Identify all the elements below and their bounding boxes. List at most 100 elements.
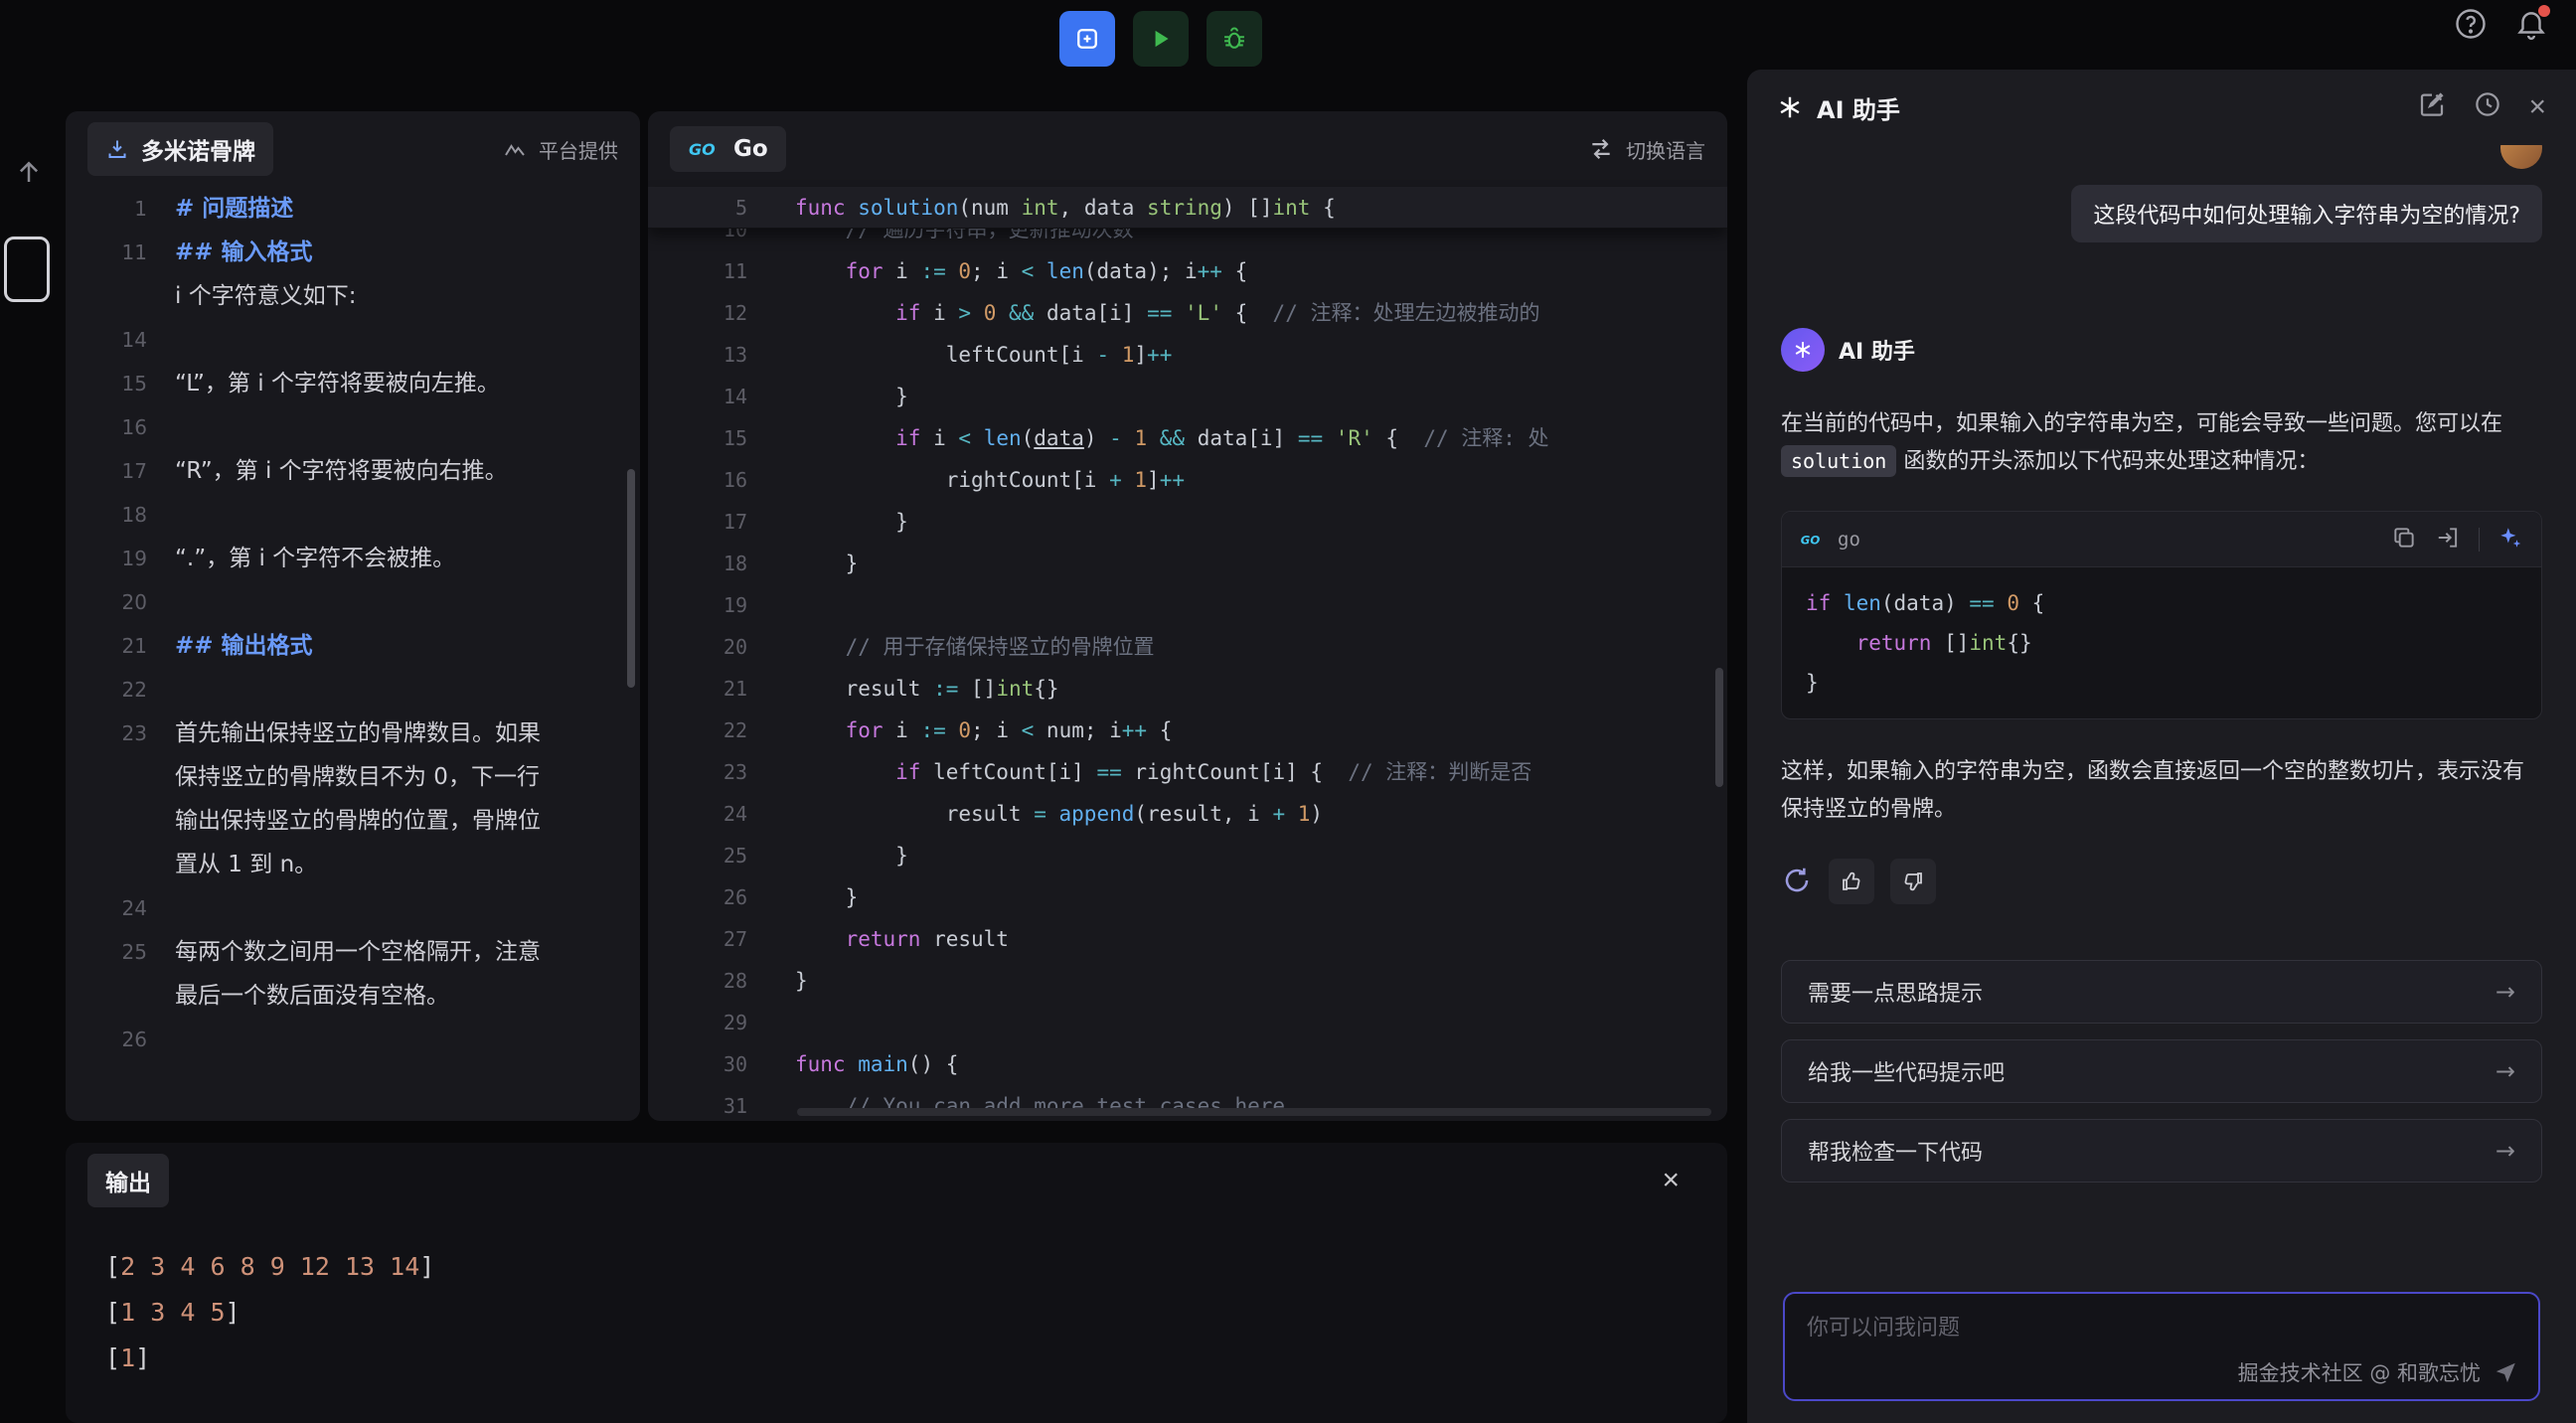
code-line: 13 leftCount[i - 1]++ — [648, 334, 1727, 376]
code-editor-content[interactable]: 10 // 遍历字符串，更新推动次数11 for i := 0; i < len… — [648, 229, 1727, 1121]
play-icon — [1148, 26, 1174, 52]
output-content: [2 3 4 6 8 9 12 13 14][1 3 4 5][1] — [66, 1218, 1727, 1381]
copy-code-button[interactable] — [2391, 525, 2417, 553]
send-icon[interactable] — [2493, 1359, 2518, 1385]
line-number: 29 — [648, 1002, 747, 1043]
problem-line: 26 — [66, 1018, 640, 1061]
code-token: [] — [1944, 631, 1969, 655]
history-button[interactable] — [2473, 89, 2502, 125]
code-token: 'L' — [1185, 301, 1222, 325]
ai-header: AI 助手 × — [1747, 70, 2576, 145]
code-line: 29 — [648, 1002, 1727, 1043]
line-number: 12 — [648, 292, 747, 334]
notifications-button[interactable] — [2514, 7, 2548, 44]
switch-language-button[interactable]: 切换语言 — [1588, 135, 1705, 164]
go-logo-icon: GO — [688, 137, 724, 161]
code-token: leftCount[i — [795, 343, 1096, 367]
problem-text: i 个字符意义如下: — [175, 274, 545, 318]
code-token — [996, 301, 1009, 325]
collapse-up-button[interactable] — [14, 157, 44, 190]
assistant-answer-intro: 在当前的代码中，如果输入的字符串为空，可能会导致一些问题。您可以在 soluti… — [1781, 405, 2542, 481]
editor-vertical-scrollbar[interactable] — [1715, 668, 1723, 787]
code-token: append — [1059, 802, 1135, 826]
code-token: leftCount[i] — [933, 760, 1096, 784]
ai-conversation[interactable]: 这段代码中如何处理输入字符串为空的情况? AI 助手 在当前的代码中，如果输入的… — [1747, 145, 2576, 1328]
output-token: 9 — [270, 1252, 285, 1281]
code-line: 11 for i := 0; i < len(data); i++ { — [648, 250, 1727, 292]
thumbs-down-button[interactable] — [1890, 859, 1936, 904]
line-number: 13 — [648, 334, 747, 376]
code-text: if i > 0 && data[i] == 'L' { // 注释：处理左边被… — [795, 292, 1539, 334]
code-token: (result, i — [1134, 802, 1272, 826]
output-token: 8 — [241, 1252, 255, 1281]
code-text: if i < len(data) - 1 && data[i] == 'R' {… — [795, 417, 1549, 459]
code-text: result := []int{} — [795, 668, 1059, 710]
line-number: 17 — [66, 449, 175, 493]
ai-apply-button[interactable] — [2497, 525, 2523, 553]
thumbs-up-button[interactable] — [1829, 859, 1874, 904]
code-line: if len(data) == 0 { — [1806, 583, 2517, 623]
line-number: 26 — [648, 876, 747, 918]
problem-title-badge[interactable]: 多米诺骨牌 — [87, 122, 273, 176]
code-token — [1147, 426, 1160, 450]
code-token: func — [795, 1052, 858, 1076]
output-token: [ — [105, 1252, 120, 1281]
problem-scrollbar[interactable] — [627, 469, 635, 688]
code-text: result = append(result, i + 1) — [795, 793, 1323, 835]
suggestion-chip[interactable]: 给我一些代码提示吧→ — [1781, 1039, 2542, 1103]
sticky-code-line[interactable]: 5 func solution(num int, data string) []… — [648, 187, 1727, 229]
toolbar-run-group — [1059, 11, 1262, 67]
output-token — [135, 1252, 150, 1281]
suggestion-label: 帮我检查一下代码 — [1808, 1135, 1983, 1167]
ai-input[interactable] — [1785, 1294, 2538, 1357]
line-number: 14 — [66, 318, 175, 362]
editor-horizontal-scrollbar[interactable] — [797, 1108, 1711, 1116]
output-close-button[interactable]: × — [1662, 1164, 1680, 1197]
ai-close-button[interactable]: × — [2528, 92, 2546, 122]
svg-text:GO: GO — [1801, 533, 1821, 547]
new-chat-button[interactable] — [2417, 89, 2447, 125]
suggestion-chip[interactable]: 帮我检查一下代码→ — [1781, 1119, 2542, 1183]
compose-icon — [2417, 89, 2447, 119]
code-line: 14 } — [648, 376, 1727, 417]
code-block-actions — [2391, 525, 2523, 553]
code-token: } — [795, 969, 808, 993]
code-text: } — [795, 835, 908, 876]
code-token: + — [1272, 802, 1297, 826]
code-token — [795, 426, 895, 450]
help-button[interactable] — [2453, 6, 2489, 45]
language-badge[interactable]: GO Go — [670, 126, 786, 172]
problem-line: 1# 问题描述 — [66, 187, 640, 231]
code-text: if leftCount[i] == rightCount[i] { // 注释… — [795, 751, 1531, 793]
line-number: 16 — [648, 459, 747, 501]
insert-code-button[interactable] — [2435, 525, 2461, 553]
code-token: } — [795, 885, 858, 909]
code-line: } — [1806, 663, 2517, 703]
line-number: 19 — [648, 584, 747, 626]
problem-content[interactable]: 1# 问题描述11## 输入格式i 个字符意义如下:1415“L”，第 i 个字… — [66, 187, 640, 1061]
regenerate-button[interactable] — [1781, 865, 1813, 899]
problem-text: ## 输出格式 — [175, 624, 545, 668]
code-token — [795, 718, 846, 742]
code-token: result — [933, 927, 1009, 951]
history-icon — [2473, 89, 2502, 119]
code-token: { — [1310, 196, 1335, 220]
line-number: 17 — [648, 501, 747, 543]
suggestion-list: 需要一点思路提示→ 给我一些代码提示吧→ 帮我检查一下代码→ — [1781, 960, 2542, 1183]
code-token: == — [1298, 426, 1336, 450]
code-token: for — [846, 718, 896, 742]
code-token: ++ — [1122, 718, 1147, 742]
provider-label: 平台提供 — [539, 135, 618, 164]
suggestion-chip[interactable]: 需要一点思路提示→ — [1781, 960, 2542, 1024]
debug-button[interactable] — [1207, 11, 1262, 67]
bug-icon — [1220, 25, 1248, 53]
line-number: 14 — [648, 376, 747, 417]
run-button[interactable] — [1133, 11, 1189, 67]
code-block-language: GO go — [1800, 529, 1860, 551]
code-token: && — [1160, 426, 1198, 450]
collapsed-panel-tab[interactable] — [4, 237, 50, 302]
code-token: { — [1147, 718, 1172, 742]
submit-button[interactable] — [1059, 11, 1115, 67]
output-token: [ — [105, 1298, 120, 1327]
code-line: return []int{} — [1806, 623, 2517, 663]
